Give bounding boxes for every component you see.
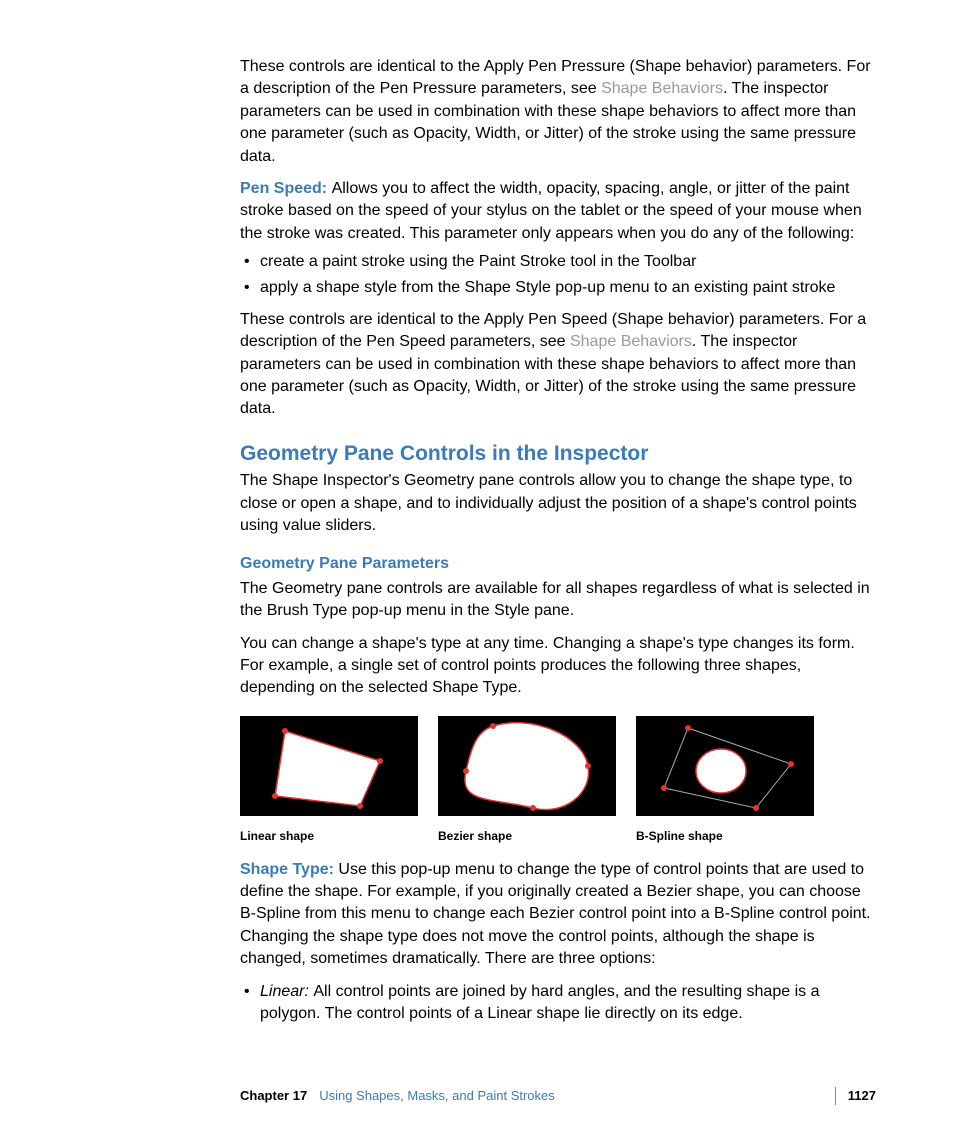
link-shape-behaviors[interactable]: Shape Behaviors <box>570 333 692 350</box>
list-item-linear: Linear: All control points are joined by… <box>240 981 876 1026</box>
bezier-shape-icon <box>438 716 616 816</box>
thumbnail-bezier-shape <box>438 716 616 816</box>
section-intro: The Shape Inspector's Geometry pane cont… <box>240 470 876 537</box>
paragraph: You can change a shape's type at any tim… <box>240 633 876 700</box>
figure-bspline: B-Spline shape <box>636 716 814 845</box>
chapter-number: Chapter 17 <box>240 1087 307 1105</box>
thumbnail-bspline-shape <box>636 716 814 816</box>
paragraph-pen-speed-controls: These controls are identical to the Appl… <box>240 309 876 421</box>
text: Allows you to affect the width, opacity,… <box>240 180 862 242</box>
paragraph-shape-type: Shape Type: Use this pop-up menu to chan… <box>240 859 876 971</box>
figure-caption: B-Spline shape <box>636 828 814 845</box>
chapter-title: Using Shapes, Masks, and Paint Strokes <box>319 1087 555 1105</box>
figure-row: Linear shape Bezier shape <box>240 716 876 845</box>
list-item: apply a shape style from the Shape Style… <box>240 277 876 299</box>
bspline-shape-icon <box>636 716 814 816</box>
figure-linear: Linear shape <box>240 716 418 845</box>
list-item: create a paint stroke using the Paint St… <box>240 251 876 273</box>
page-content: These controls are identical to the Appl… <box>0 0 954 1025</box>
thumbnail-linear-shape <box>240 716 418 816</box>
link-shape-behaviors[interactable]: Shape Behaviors <box>601 80 723 97</box>
section-heading-geometry: Geometry Pane Controls in the Inspector <box>240 439 876 468</box>
bullet-list: create a paint stroke using the Paint St… <box>240 251 876 299</box>
paragraph-pen-speed: Pen Speed: Allows you to affect the widt… <box>240 178 876 245</box>
figure-bezier: Bezier shape <box>438 716 616 845</box>
paragraph-pen-pressure: These controls are identical to the Appl… <box>240 56 876 168</box>
option-label-linear: Linear: <box>260 983 313 1000</box>
page-number: 1127 <box>835 1087 876 1105</box>
footer-left: Chapter 17 Using Shapes, Masks, and Pain… <box>240 1087 555 1105</box>
figure-caption: Linear shape <box>240 828 418 845</box>
figure-caption: Bezier shape <box>438 828 616 845</box>
linear-shape-icon <box>240 716 418 816</box>
subsection-heading-parameters: Geometry Pane Parameters <box>240 553 876 575</box>
bullet-list-shape-options: Linear: All control points are joined by… <box>240 981 876 1026</box>
text: All control points are joined by hard an… <box>260 983 819 1022</box>
paragraph: The Geometry pane controls are available… <box>240 578 876 623</box>
page-footer: Chapter 17 Using Shapes, Masks, and Pain… <box>240 1087 876 1105</box>
term-pen-speed: Pen Speed: <box>240 180 332 197</box>
term-shape-type: Shape Type: <box>240 861 338 878</box>
